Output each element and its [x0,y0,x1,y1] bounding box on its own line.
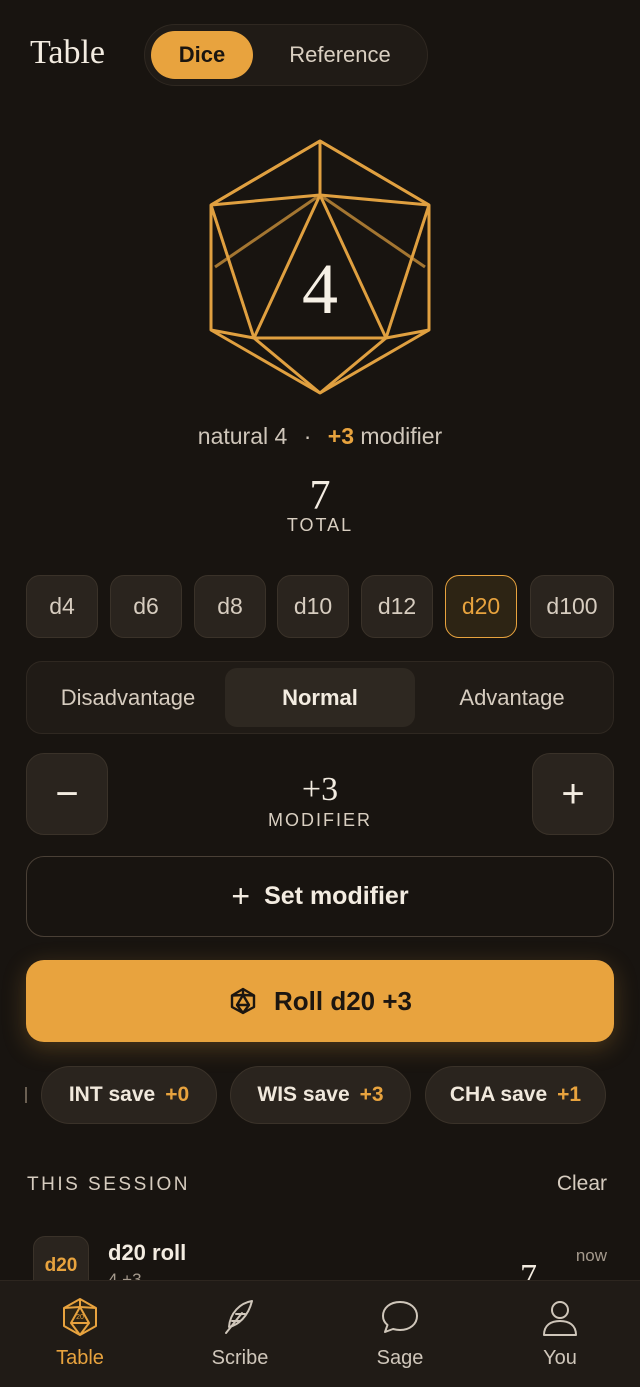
bottom-nav: 20 Table Scribe Sage You [0,1280,640,1387]
clear-history-button[interactable]: Clear [557,1172,607,1196]
die-chip-d6[interactable]: d6 [110,575,182,638]
page-title: Table [30,34,106,71]
mode-advantage[interactable]: Advantage [417,668,607,727]
total-label: TOTAL [286,515,354,535]
view-switcher: Dice Reference [144,24,428,86]
history-time: now [575,1246,607,1265]
header: Table Dice Reference [0,0,640,110]
nav-item-scribe[interactable]: Scribe [160,1281,320,1387]
mode-disadvantage[interactable]: Disadvantage [33,668,223,727]
roll-button-label: Roll d20 +3 [274,985,412,1016]
d20-die-icon[interactable]: 4 [200,135,440,400]
save-chip-cha[interactable]: CHA save +1 [425,1066,606,1124]
die-chip-d8[interactable]: d8 [194,575,266,638]
natural-roll: natural 4 [197,423,288,449]
modifier-word: modifier [360,423,443,449]
save-value: +3 [359,1083,384,1106]
die-chip-d20[interactable]: d20 [445,575,517,638]
die-chip-d100[interactable]: d100 [530,575,614,638]
tab-dice[interactable]: Dice [151,31,253,79]
die-chip-d12[interactable]: d12 [361,575,433,638]
chat-bubble-icon [382,1301,418,1333]
die-chip-d10[interactable]: d10 [277,575,349,638]
save-value: +0 [165,1083,190,1106]
total-value: 7 [309,473,331,519]
save-chip-wis[interactable]: WIS save +3 [230,1066,411,1124]
die-chip-d4[interactable]: d4 [26,575,98,638]
roll-breakdown: natural 4 · +3 modifier [0,423,640,450]
feather-icon [225,1300,253,1334]
save-value: +1 [557,1083,582,1106]
set-modifier-label: Set modifier [264,882,409,910]
nav-label: Sage [376,1347,424,1369]
quick-saves: INT save +0 WIS save +3 CHA save +1 [0,1066,640,1124]
increment-modifier-button[interactable]: + [532,753,614,835]
save-name: CHA save [449,1083,548,1106]
history-title: d20 roll [108,1240,187,1265]
nav-label: Scribe [211,1347,269,1369]
roll-button[interactable]: Roll d20 +3 [26,960,614,1042]
dice-icon [230,987,256,1015]
save-chip-int[interactable]: INT save +0 [41,1066,217,1124]
session-heading: THIS SESSION [27,1174,191,1195]
plus-icon: + [561,771,585,816]
mode-normal[interactable]: Normal [225,668,415,727]
modifier-value: +3 [327,423,354,449]
separator: · [303,423,312,449]
history-total: 7 [520,1258,537,1282]
set-modifier-button[interactable]: + Set modifier [26,856,614,937]
nav-label: You [543,1347,577,1369]
save-name: WIS save [257,1083,350,1106]
history-list: d20 d20 roll 4 +3 7 now [0,1232,640,1282]
die-face-value: 4 [302,249,338,329]
roll-mode-selector: Disadvantage Normal Advantage [26,661,614,734]
nav-label: Table [56,1347,104,1369]
plus-icon: + [231,878,251,914]
nav-item-table[interactable]: 20 Table [0,1281,160,1387]
svg-text:20: 20 [76,1314,84,1321]
person-icon [543,1301,577,1336]
save-name: INT save [68,1083,156,1106]
nav-item-you[interactable]: You [480,1281,640,1387]
die-selector: d4 d6 d8 d10 d12 d20 d100 [26,575,614,638]
d20-icon: 20 [63,1298,97,1336]
tab-reference[interactable]: Reference [261,31,419,79]
nav-item-sage[interactable]: Sage [320,1281,480,1387]
history-die-badge: d20 [33,1236,89,1282]
